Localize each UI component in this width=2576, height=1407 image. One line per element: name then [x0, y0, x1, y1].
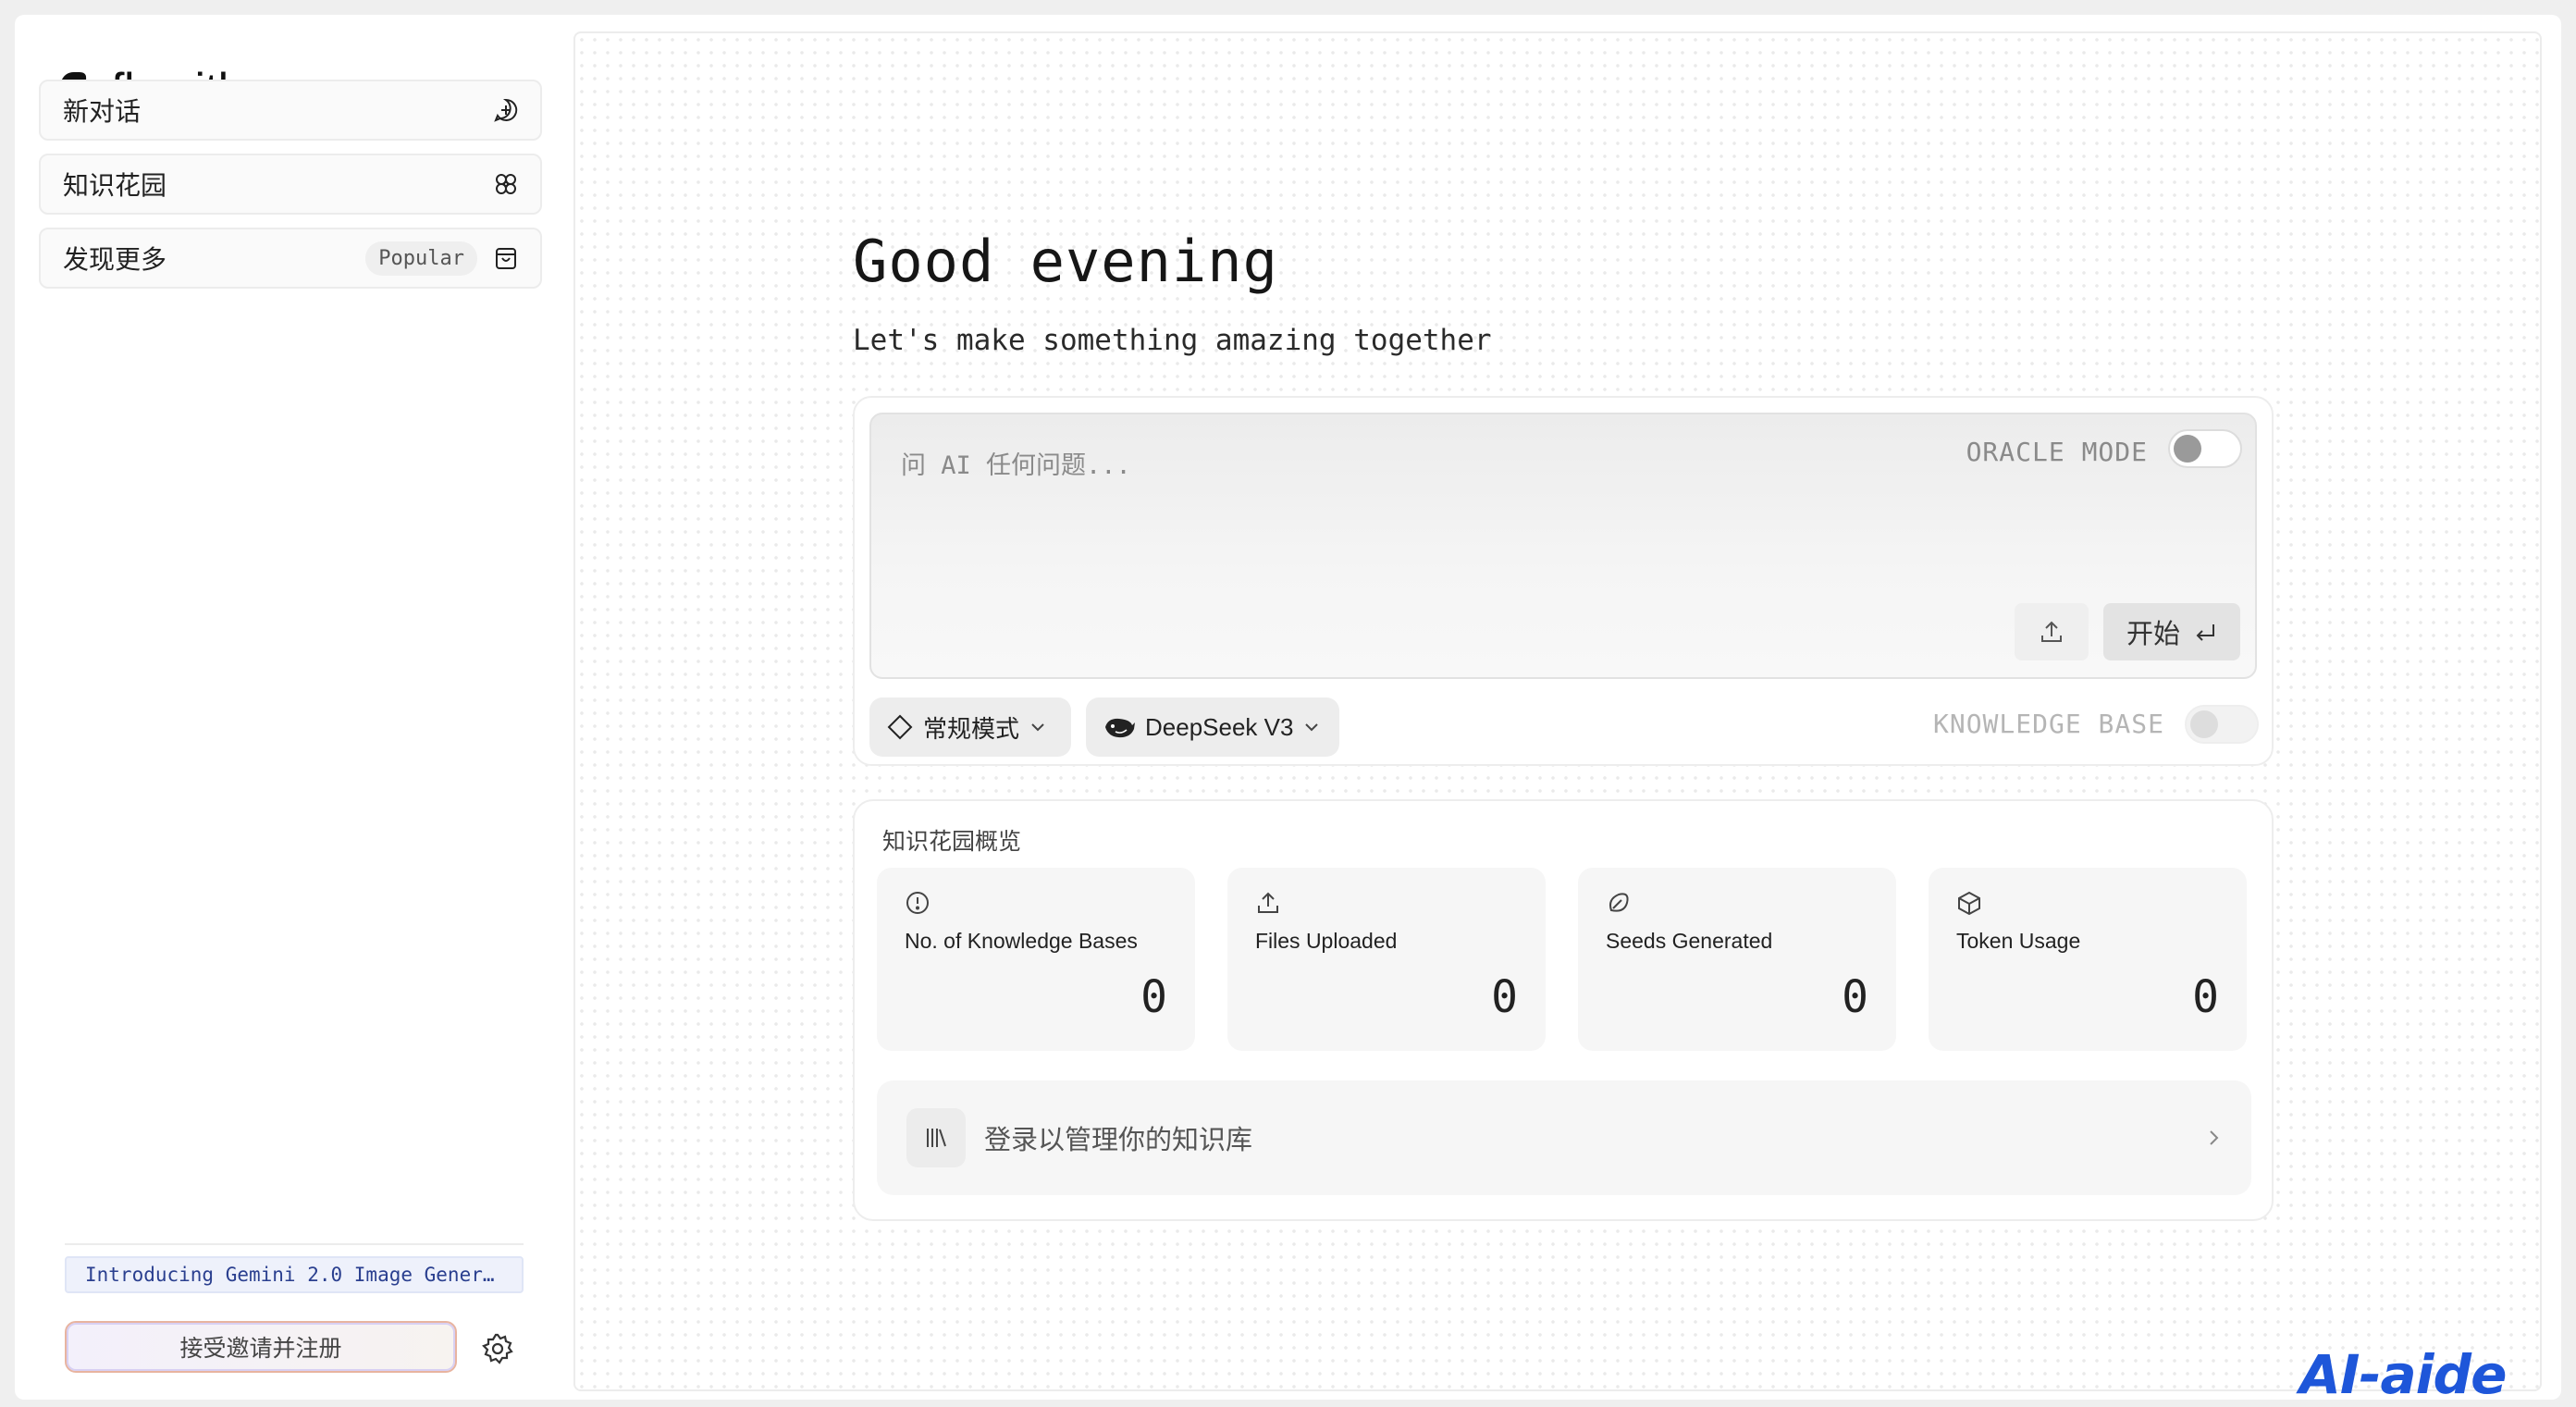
composer: ORACLE MODE 开始 — [853, 396, 2274, 766]
sidebar-item-discover[interactable]: 发现更多 Popular — [39, 228, 542, 289]
chevron-down-icon — [1305, 723, 1319, 732]
knowledge-base-label: KNOWLEDGE BASE — [1932, 709, 2164, 739]
stat-value: 0 — [2192, 971, 2219, 1023]
main-panel: Good evening Let's make something amazin… — [573, 31, 2542, 1391]
popular-badge: Popular — [365, 241, 477, 276]
gear-icon[interactable] — [481, 1332, 514, 1365]
stat-label: No. of Knowledge Bases — [905, 929, 1138, 953]
upload-icon — [1258, 892, 1278, 913]
chevron-right-icon — [2210, 1130, 2219, 1145]
login-text: 登录以管理你的知识库 — [984, 1126, 1253, 1155]
page-title: Good evening — [853, 228, 1278, 295]
enter-key-icon — [2196, 624, 2214, 641]
library-icon — [927, 1129, 946, 1147]
start-button-label: 开始 — [2126, 620, 2180, 649]
sidebar-item-label: 知识花园 — [63, 171, 167, 200]
stat-label: Seeds Generated — [1606, 929, 1773, 953]
toggle-knob — [2190, 710, 2218, 738]
stat-card-knowledge-bases: No. of Knowledge Bases 0 — [877, 868, 1195, 1051]
chevron-down-icon — [1031, 723, 1044, 732]
knowledge-base-toggle[interactable] — [2185, 705, 2259, 744]
seed-icon — [1609, 893, 1629, 912]
chat-plus-icon — [494, 98, 518, 122]
box-icon — [1958, 891, 1980, 916]
model-select-label: DeepSeek V3 — [1145, 712, 1294, 741]
model-select[interactable]: DeepSeek V3 — [1086, 697, 1339, 757]
library-icon-box — [906, 1108, 966, 1167]
start-button[interactable]: 开始 — [2103, 603, 2240, 660]
screen-frame: flowith 新对话 知识花园 发现更多 Popular — [0, 0, 2576, 1407]
overview-title: 知识花园概览 — [882, 829, 1022, 855]
sidebar: flowith 新对话 知识花园 发现更多 Popular — [15, 15, 561, 1400]
info-circle-icon — [906, 892, 929, 914]
prompt-input[interactable] — [899, 446, 1920, 485]
app-window: flowith 新对话 知识花园 发现更多 Popular — [15, 15, 2561, 1400]
toggle-knob — [2174, 435, 2201, 463]
upload-button[interactable] — [2015, 603, 2089, 660]
upload-icon — [2041, 621, 2062, 642]
stat-value: 0 — [1491, 971, 1518, 1023]
flower-icon — [496, 174, 516, 194]
prompt-box[interactable]: ORACLE MODE 开始 — [869, 413, 2257, 679]
deepseek-whale-icon — [1105, 718, 1135, 738]
mode-select-label: 常规模式 — [923, 714, 1020, 743]
sidebar-divider — [65, 1243, 524, 1245]
sidebar-item-new-chat[interactable]: 新对话 — [39, 80, 542, 141]
oracle-mode-label: ORACLE MODE — [1966, 437, 2148, 467]
sidebar-item-label: 发现更多 — [63, 245, 167, 274]
stat-value: 0 — [1140, 971, 1167, 1023]
stat-card-seeds-generated: Seeds Generated 0 — [1578, 868, 1896, 1051]
shopping-bag-icon — [496, 248, 516, 269]
stat-value: 0 — [1842, 971, 1868, 1023]
knowledge-overview: 知识花园概览 No. of Knowledge Bases 0 Files Up… — [853, 799, 2274, 1221]
login-to-manage-kb-row[interactable]: 登录以管理你的知识库 — [877, 1080, 2251, 1195]
accept-invite-button[interactable]: 接受邀请并注册 — [65, 1321, 457, 1373]
announcement-banner[interactable]: Introducing Gemini 2.0 Image Generation — [65, 1256, 524, 1293]
stat-card-files-uploaded: Files Uploaded 0 — [1227, 868, 1546, 1051]
stat-label: Files Uploaded — [1255, 929, 1398, 953]
diamond-icon — [887, 714, 913, 740]
page-subtitle: Let's make something amazing together — [853, 324, 1492, 357]
sidebar-item-knowledge-garden[interactable]: 知识花园 — [39, 154, 542, 215]
watermark-logo: AI-aide — [2299, 1343, 2507, 1406]
oracle-mode-toggle[interactable] — [2168, 429, 2242, 468]
stat-card-token-usage: Token Usage 0 — [1929, 868, 2247, 1051]
mode-select[interactable]: 常规模式 — [869, 697, 1071, 757]
stat-label: Token Usage — [1956, 929, 2081, 953]
sidebar-item-label: 新对话 — [63, 97, 142, 126]
